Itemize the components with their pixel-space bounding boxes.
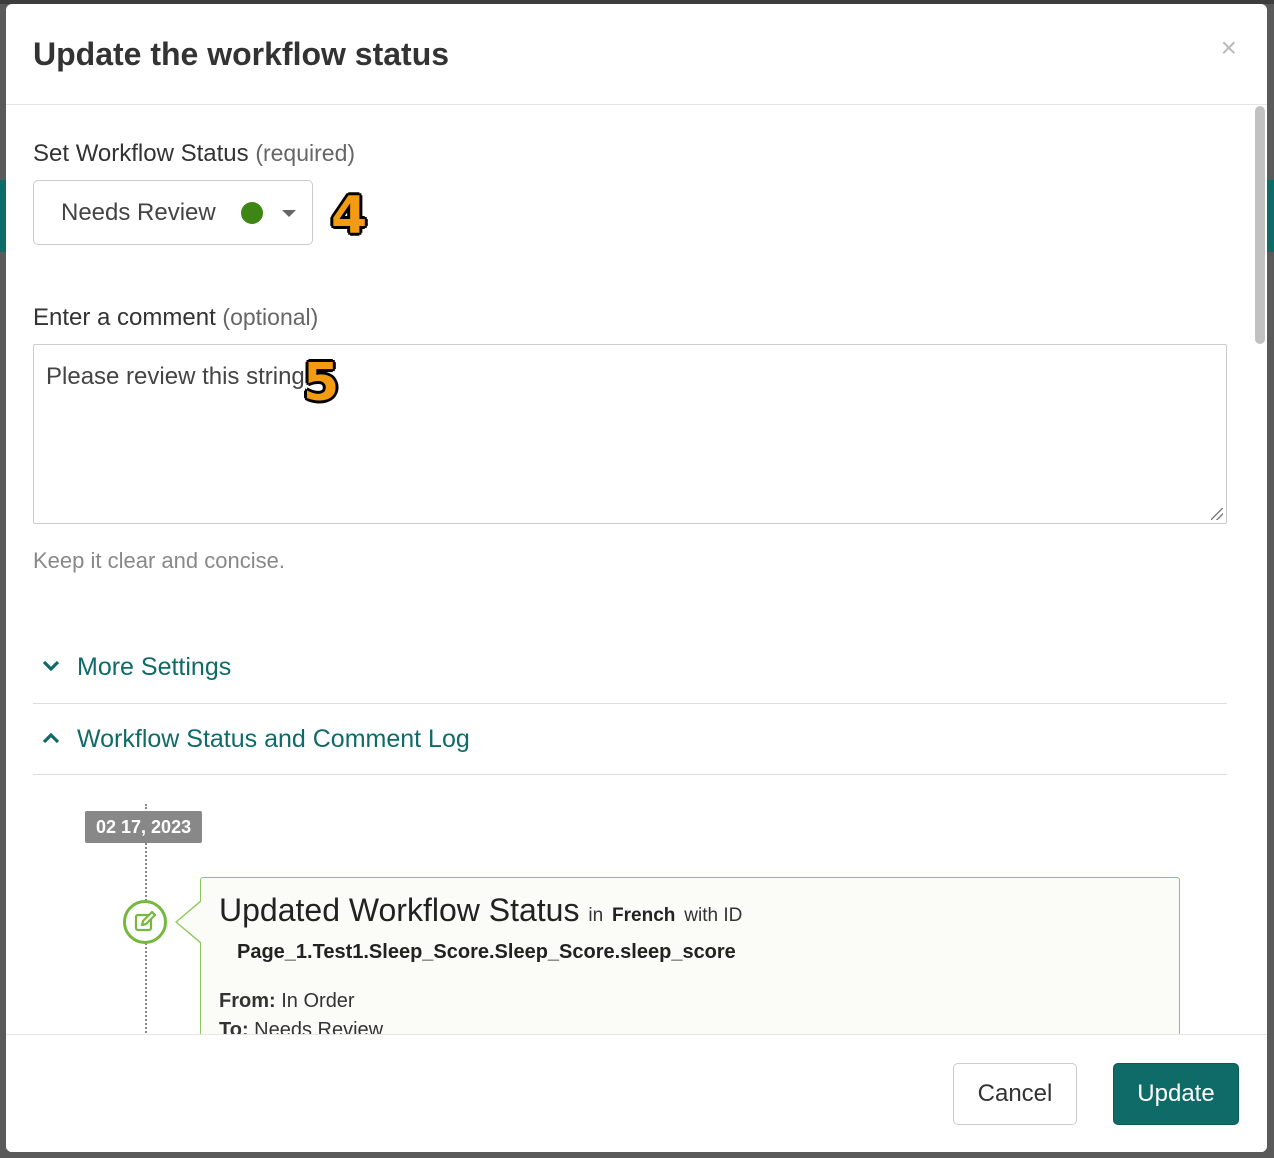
cancel-button[interactable]: Cancel	[953, 1063, 1077, 1125]
log-language: French	[612, 905, 676, 926]
log-entry-title: Updated Workflow Status in French with I…	[219, 892, 1161, 929]
card-pointer-inner	[177, 901, 202, 943]
modal-title: Update the workflow status	[33, 36, 450, 72]
modal-body: Set Workflow Status (required) Needs Rev…	[6, 106, 1267, 1034]
edit-icon	[123, 900, 167, 944]
accordion-log[interactable]: Workflow Status and Comment Log	[33, 703, 1227, 775]
log-label: Workflow Status and Comment Log	[77, 724, 470, 753]
callout-number-5: 5	[303, 353, 340, 413]
scrollbar-thumb[interactable]	[1255, 106, 1265, 344]
status-field-label: Set Workflow Status (required)	[33, 140, 355, 168]
log-string-id: Page_1.Test1.Sleep_Score.Sleep_Score.sle…	[237, 941, 736, 963]
log-to-value: Needs Review	[254, 1019, 384, 1034]
log-in-word: in	[588, 905, 604, 926]
modal-footer: Cancel Update	[6, 1034, 1267, 1152]
log-to-label: To:	[219, 1019, 249, 1034]
chevron-down-icon	[282, 210, 296, 217]
comment-field-label: Enter a comment (optional)	[33, 304, 318, 332]
status-select-value: Needs Review	[61, 198, 216, 226]
status-dot-icon	[241, 202, 263, 224]
modal-header: Update the workflow status ×	[6, 4, 1267, 105]
log-from-row: From: In Order	[219, 990, 1161, 1013]
scrollbar[interactable]	[1255, 106, 1267, 1034]
log-to-row: To: Needs Review	[219, 1019, 1161, 1034]
comment-text: Please review this string	[46, 363, 305, 390]
comment-optional-text: (optional)	[222, 304, 319, 330]
backdrop-teal-edge	[1267, 180, 1274, 252]
status-label-text: Set Workflow Status	[33, 140, 249, 167]
log-from-label: From:	[219, 990, 276, 1012]
accordion-more-settings[interactable]: More Settings	[33, 631, 1227, 703]
workflow-status-select[interactable]: Needs Review	[33, 180, 313, 245]
chevron-up-icon	[33, 728, 77, 751]
update-button[interactable]: Update	[1113, 1063, 1239, 1125]
update-workflow-modal: Update the workflow status × Set Workflo…	[6, 4, 1267, 1152]
callout-number-4: 4	[331, 186, 368, 246]
log-with-id: with ID	[684, 905, 743, 926]
status-required-text: (required)	[255, 140, 356, 166]
comment-label-text: Enter a comment	[33, 304, 216, 331]
log-from-value: In Order	[281, 990, 355, 1012]
log-entry-card: Updated Workflow Status in French with I…	[175, 877, 1180, 1034]
log-entry-heading: Updated Workflow Status	[219, 892, 580, 928]
more-settings-label: More Settings	[77, 652, 232, 681]
log-date-badge: 02 17, 2023	[85, 811, 203, 843]
close-icon[interactable]: ×	[1221, 34, 1237, 62]
comment-textarea[interactable]: Please review this string	[33, 344, 1227, 524]
comment-help-text: Keep it clear and concise.	[33, 548, 285, 573]
resize-grip-icon[interactable]	[1211, 508, 1223, 520]
chevron-down-icon	[33, 656, 77, 679]
